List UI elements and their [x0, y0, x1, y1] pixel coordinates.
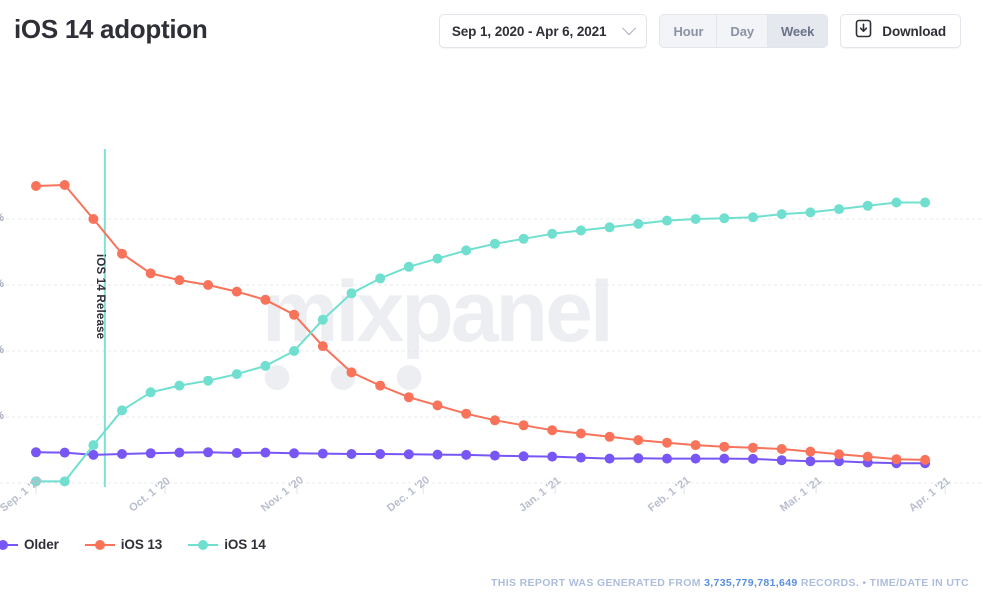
legend-item-older[interactable]: Older — [0, 537, 59, 552]
granularity-day-button[interactable]: Day — [717, 15, 768, 47]
legend-label-older: Older — [24, 537, 59, 552]
granularity-hour-button[interactable]: Hour — [660, 15, 717, 47]
chart-legend: Older iOS 13 iOS 14 — [0, 537, 266, 552]
legend-swatch-older-icon — [0, 539, 18, 550]
legend-swatch-ios13-icon — [85, 539, 115, 550]
footer-suffix: RECORDS. • TIME/DATE IN UTC — [798, 577, 969, 589]
date-range-picker[interactable]: Sep 1, 2020 - Apr 6, 2021 — [439, 14, 648, 48]
ios14-release-annotation-label: iOS 14 Release — [94, 254, 106, 339]
legend-label-ios13: iOS 13 — [121, 537, 162, 552]
download-file-icon — [855, 19, 872, 43]
footer-record-count: 3,735,779,781,649 — [704, 577, 798, 589]
chevron-down-icon — [622, 21, 636, 35]
chart-area: mixpanel • • • iOS 14 Release 20%40%60%8… — [0, 68, 983, 523]
legend-item-ios13[interactable]: iOS 13 — [85, 537, 162, 552]
download-label: Download — [882, 24, 946, 39]
legend-item-ios14[interactable]: iOS 14 — [188, 537, 265, 552]
download-button[interactable]: Download — [840, 14, 961, 48]
granularity-toggle-group[interactable]: Hour Day Week — [659, 14, 828, 48]
granularity-week-button[interactable]: Week — [768, 15, 827, 47]
y-axis-tick-label: 40% — [0, 344, 4, 356]
y-axis-tick-label: 80% — [0, 212, 4, 224]
legend-label-ios14: iOS 14 — [224, 537, 265, 552]
report-footer: THIS REPORT WAS GENERATED FROM 3,735,779… — [491, 577, 969, 589]
y-axis-tick-label: 20% — [0, 410, 4, 422]
legend-swatch-ios14-icon — [188, 539, 218, 550]
y-axis-tick-label: 60% — [0, 278, 4, 290]
footer-prefix: THIS REPORT WAS GENERATED FROM — [491, 577, 704, 589]
report-header: iOS 14 adoption Sep 1, 2020 - Apr 6, 202… — [0, 0, 983, 68]
header-controls: Sep 1, 2020 - Apr 6, 2021 Hour Day Week … — [439, 14, 961, 48]
page-title: iOS 14 adoption — [14, 14, 207, 45]
line-chart-svg — [0, 68, 983, 523]
date-range-value: Sep 1, 2020 - Apr 6, 2021 — [452, 24, 607, 39]
